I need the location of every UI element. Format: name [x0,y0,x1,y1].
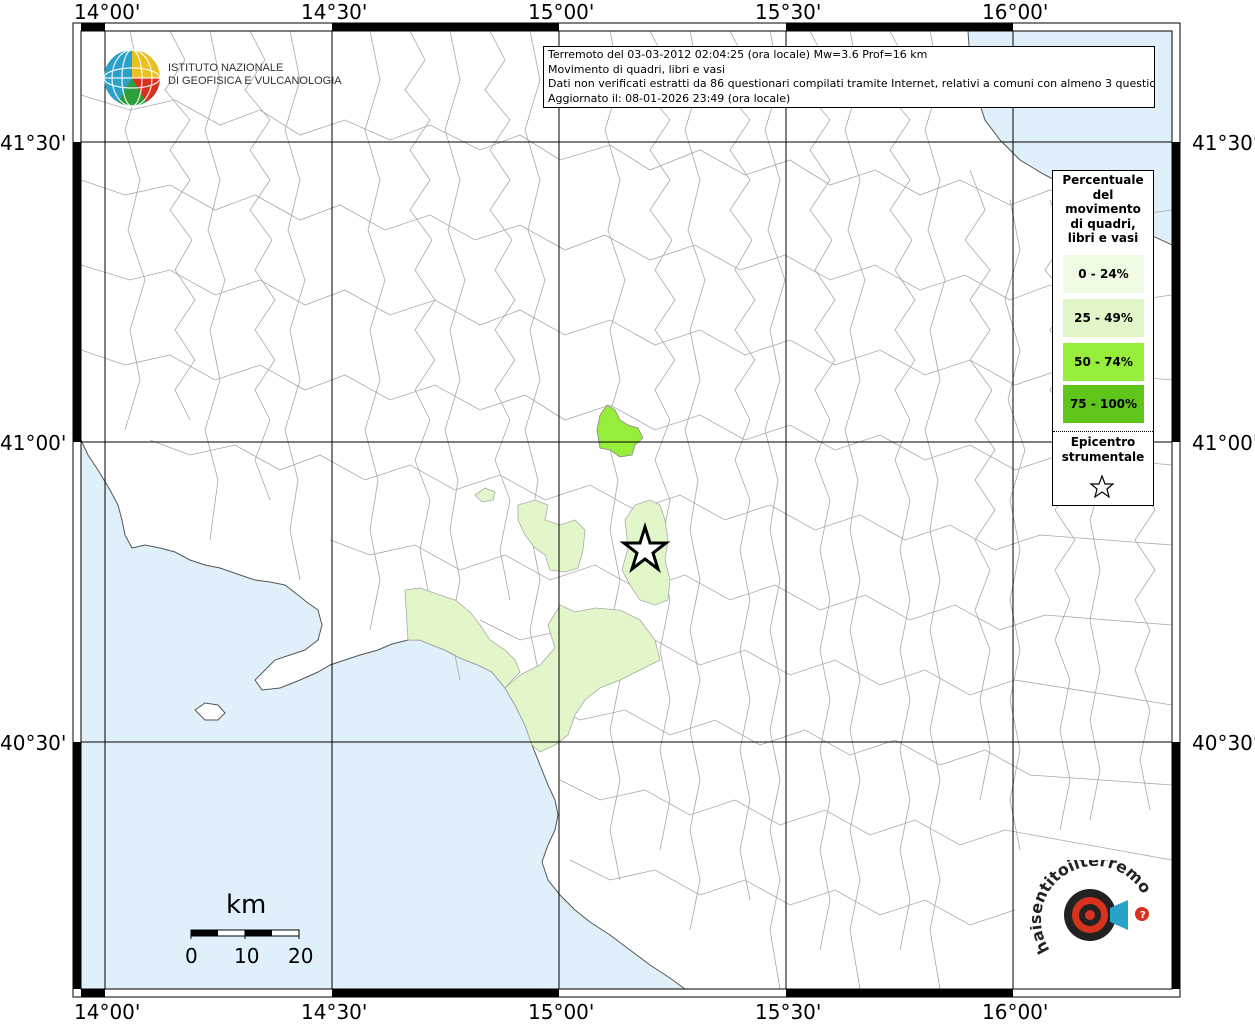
updated-line: Aggiornato il: 08-01-2026 23:49 (ora loc… [548,91,791,105]
lon-label-top: 16°00' [982,0,1049,24]
lon-label-bottom: 14°30' [301,1000,368,1024]
legend-class-0-24: 0 - 24% [1063,255,1144,293]
legend-class-50-74: 50 - 74% [1063,343,1144,381]
hai-sentito-logo: ? haisentitoilterremoto.it WWW [1030,860,1155,957]
legend-class-75-100: 75 - 100% [1063,385,1144,423]
legend-epicenter-label: Epicentro strumentale [1061,435,1145,464]
legend: Percentuale del movimento di quadri, lib… [1052,170,1154,506]
lon-label-top: 14°30' [301,0,368,24]
lat-label-left: 41°00' [0,431,67,455]
lat-label-left: 40°30' [0,731,67,755]
legend-class-25-49: 25 - 49% [1063,299,1144,337]
lat-label-left: 41°30' [0,131,67,155]
lat-label-right: 40°30' [1192,731,1255,755]
lon-label-bottom: 15°00' [528,1000,595,1024]
lon-label-bottom: 14°00' [74,1000,141,1024]
data-note-line: Dati non verificati estratti da 86 quest… [548,77,1155,91]
lat-label-right: 41°00' [1192,431,1255,455]
parameter-line: Movimento di quadri, libri e vasi [548,62,726,76]
lat-label-right: 41°30' [1192,131,1255,155]
lon-label-bottom: 16°00' [982,1000,1049,1024]
lon-label-bottom: 15°30' [755,1000,822,1024]
star-icon [1089,474,1115,499]
scale-unit: km [226,890,267,920]
logo-text: ISTITUTO NAZIONALE DI GEOFISICA E VULCAN… [168,62,342,87]
event-info-box: Terremoto del 03-03-2012 02:04:25 (ora l… [543,46,1155,108]
scale-tick-label: 10 [234,944,260,968]
svg-text:?: ? [1140,910,1146,921]
scale-tick-label: 0 [185,944,198,968]
lon-label-top: 15°30' [755,0,822,24]
lon-label-top: 14°00' [74,0,141,24]
scale-bar [190,929,300,939]
lon-label-top: 15°00' [528,0,595,24]
ingv-logo [103,49,161,107]
event-line: Terremoto del 03-03-2012 02:04:25 (ora l… [548,48,928,61]
legend-divider [1053,431,1153,432]
legend-title: Percentuale del movimento di quadri, lib… [1062,173,1144,246]
scale-tick-label: 20 [288,944,314,968]
